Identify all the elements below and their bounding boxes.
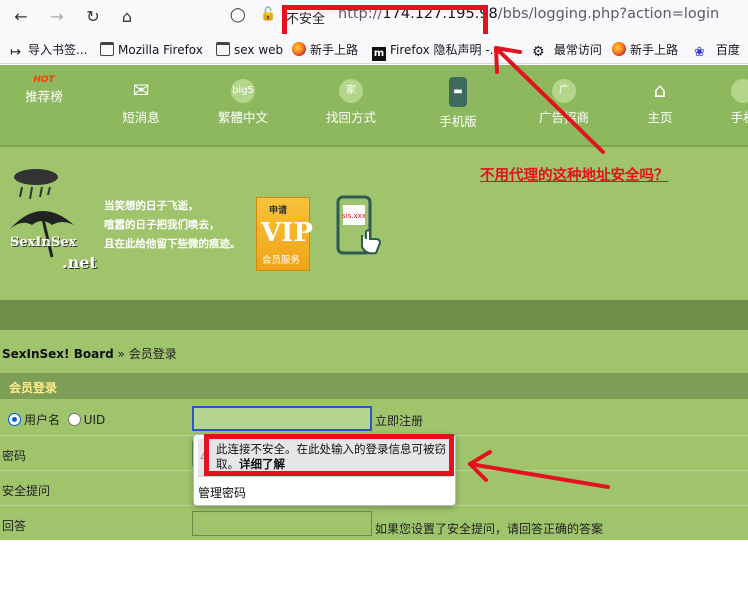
vip-service-button[interactable]: 申请 VIP 会员服务 [256,197,313,271]
vip-apply-label: 申请 [269,206,288,216]
bookmark-label: sex web [234,43,284,57]
nav-label: 主页 [647,110,673,125]
breadcrumb-separator: » [117,347,125,361]
reload-icon[interactable]: ↻ [82,6,104,28]
nav-label: 繁體中文 [217,110,268,125]
url-path: /bbs/logging.php?action=login [497,6,720,22]
breadcrumb-text: SexInSex! Board » 会员登录 [2,345,177,362]
username-radio[interactable] [8,413,21,426]
phone-tag: sis.xxx [342,212,366,220]
hot-badge: HOT [33,75,55,85]
login-type-selector: 用户名 UID [8,411,105,428]
poem-line: 喧嚣的日子把我们唤去， [104,219,220,231]
phone-icon: ▬ [449,77,467,107]
nav-mobile-2[interactable]: 手机 [728,79,748,126]
bookmark-baidu[interactable]: ❀ 百度 [694,41,740,60]
bookmark-label: 新手上路 [310,43,359,57]
bookmark-mozilla-firefox[interactable]: Mozilla Firefox [100,41,203,59]
username-row: 用户名 UID 立即注册 [0,402,748,436]
nav-messages[interactable]: ✉ 短消息 [118,79,164,126]
ad-icon: 广 [552,79,576,103]
answer-hint: 如果您设置了安全提问，请回答正确的答案 [375,522,604,536]
annotation-question: 不用代理的这种地址安全吗？ [480,168,669,184]
nav-traditional-chinese[interactable]: big5 繁體中文 [216,79,270,126]
bookmark-privacy-notice[interactable]: m Firefox 隐私声明 -... [372,41,502,61]
nav-recommend[interactable]: HOT 推荐榜 [22,75,66,105]
vip-label: VIP [261,218,313,248]
logo-text: SexInSex [10,235,77,250]
bookmark-label: Firefox 隐私声明 -... [390,43,502,57]
password-label: 密码 [2,449,27,463]
site-top-nav: HOT 推荐榜 ✉ 短消息 big5 繁體中文 家 找回方式 ▬ 手机版 广 广… [0,65,748,147]
tracking-shield-icon[interactable]: ◯ [230,7,246,23]
nav-label: 短消息 [122,110,160,125]
back-arrow-icon[interactable]: ← [10,6,32,28]
nav-home[interactable]: ⌂ 主页 [642,79,678,126]
annotation-box-popup [204,434,454,476]
poem-line: 当笑想的日子飞逝， [104,200,199,212]
bookmark-label: 最常访问 [553,43,602,57]
bookmark-getting-started[interactable]: 新手上路 [292,41,358,59]
firefox-icon [612,42,626,56]
mobile-phone-icon[interactable]: sis.xxx [336,195,384,259]
envelope-icon: ✉ [132,78,150,102]
nav-label: 找回方式 [325,110,376,125]
username-radio-label[interactable]: 用户名 [24,413,60,427]
bookmark-most-visited[interactable]: ⚙ 最常访问 [532,41,602,59]
firefox-icon [292,42,306,56]
insecure-lock-icon[interactable]: 🔓 [260,7,276,22]
mozilla-m-icon: m [372,47,386,61]
folder-icon [216,42,230,56]
nav-label: 广告招商 [538,110,589,125]
nav-mobile[interactable]: ▬ 手机版 [436,77,480,130]
home-circle-icon: 家 [339,79,363,103]
site-banner: SexInSex .net 当笑想的日子飞逝， 喧嚣的日子把我们唤去， 且在此给… [0,149,748,297]
bookmark-label: 新手上路 [630,43,679,57]
bookmark-sex-web[interactable]: sex web [216,41,283,59]
logo-domain: .net [62,253,97,272]
browser-toolbar: ← → ↻ ⌂ ◯ 🔓 不安全 http://174.127.195.98/bb… [0,0,748,40]
bookmark-label: 百度 [715,43,740,57]
baidu-paw-icon: ❀ [694,45,705,60]
bookmarks-bar: ↦ 导入书签... Mozilla Firefox sex web 新手上路 mF… [0,34,748,64]
bookmark-label: 导入书签... [28,43,88,57]
nav-label: 推荐榜 [25,89,63,104]
poem-line: 且在此给他留下些微的痕迹。 [104,238,241,250]
divider-bar [0,300,748,330]
register-link[interactable]: 立即注册 [375,412,423,429]
nav-advertising[interactable]: 广 广告招商 [536,79,592,126]
home-icon[interactable]: ⌂ [116,6,138,28]
uid-radio-label[interactable]: UID [84,413,106,427]
breadcrumb: SexInSex! Board » 会员登录 [0,333,748,371]
nav-label: 手机 [730,110,748,125]
security-question-label: 安全提问 [2,484,51,498]
login-form-header: 会员登录 [0,373,748,399]
answer-label: 回答 [2,519,27,533]
breadcrumb-site[interactable]: SexInSex! Board [2,347,114,361]
bookmark-getting-started-2[interactable]: 新手上路 [612,41,678,59]
import-icon: ↦ [10,45,21,60]
bookmark-import[interactable]: ↦ 导入书签... [10,41,88,60]
forward-arrow-icon[interactable]: → [46,6,68,28]
answer-input[interactable] [192,511,372,536]
bookmark-label: Mozilla Firefox [118,43,203,57]
banner-poem: 当笑想的日子飞逝， 喧嚣的日子把我们唤去， 且在此给他留下些微的痕迹。 [104,197,241,254]
answer-row: 回答 如果您设置了安全提问，请回答正确的答案 [0,507,748,540]
uid-radio[interactable] [67,413,81,426]
manage-passwords-item[interactable]: 管理密码 [198,484,246,501]
mobile-circle-icon [731,79,748,103]
vip-service-label: 会员服务 [262,255,301,266]
breadcrumb-current: 会员登录 [128,347,177,361]
nav-recovery[interactable]: 家 找回方式 [324,79,378,126]
big5-icon: big5 [231,79,255,103]
username-input[interactable] [192,406,372,431]
login-form-title: 会员登录 [9,381,58,395]
folder-icon [100,42,114,56]
gear-icon: ⚙ [532,44,545,60]
nav-label: 手机版 [439,114,477,129]
house-icon: ⌂ [653,78,667,102]
